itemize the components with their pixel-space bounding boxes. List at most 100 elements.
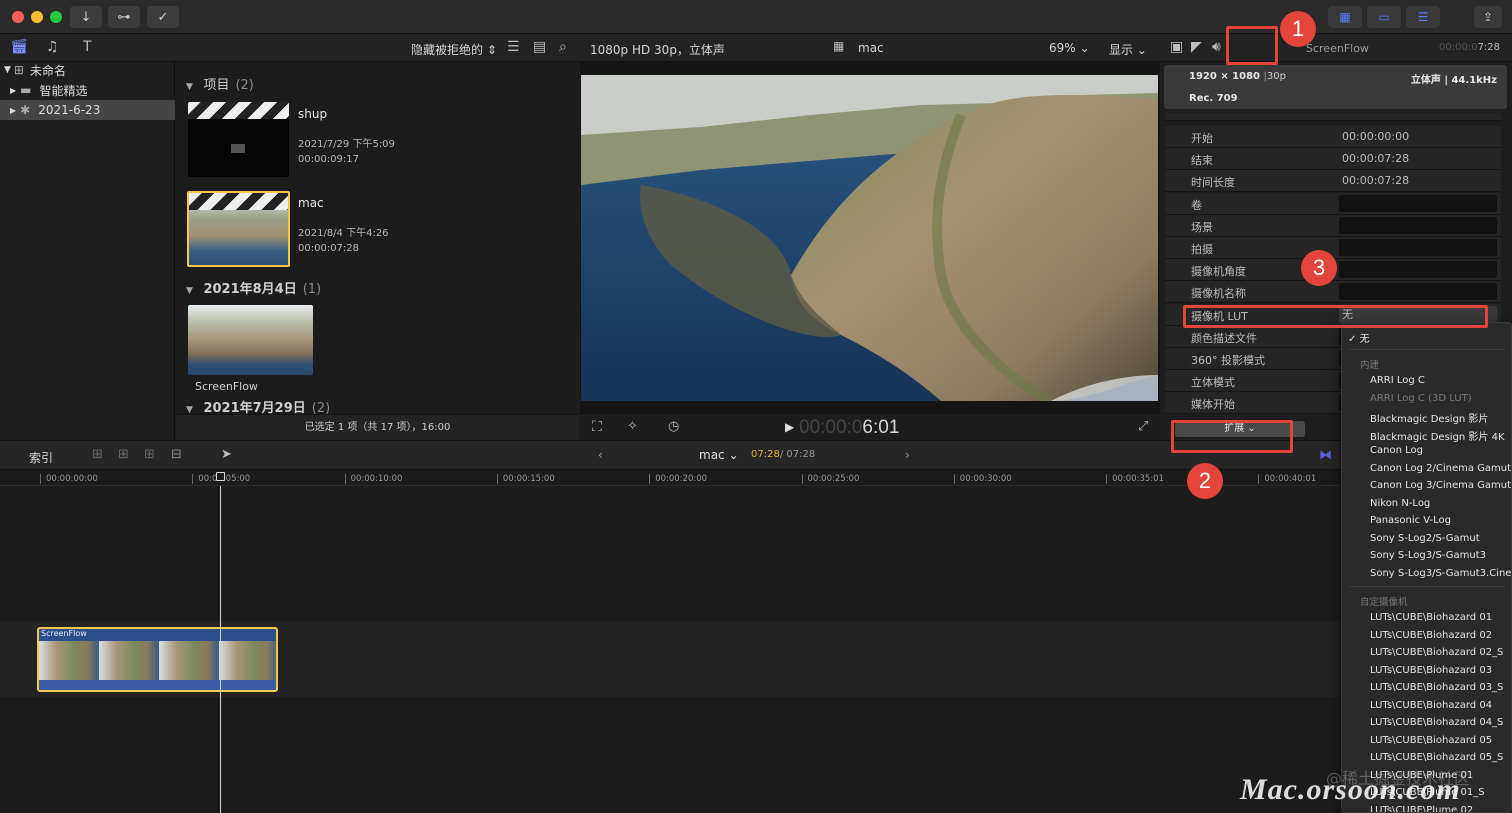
viewer-controls: ⛶ ✧ ◷ ▶ 00:00:06:01 ⤢ [580,413,1160,440]
event-item[interactable]: ▶ ✱ 2021-6-23 [0,100,175,120]
lut-menu-item[interactable]: Canon Log 2/Cinema Gamut [1370,463,1511,474]
audio-inspector-icon[interactable]: 🔊︎ [1212,39,1221,55]
inspector-time-dim: 00:00:0 [1439,42,1478,53]
clip-label: ScreenFlow [195,380,258,393]
lut-menu-item-custom[interactable]: LUTs\CUBE\Biohazard 04 [1370,700,1492,711]
filter-label: 隐藏被拒绝的 [411,43,484,57]
connect-clip-icon[interactable]: ⊞ [92,447,103,462]
forward-history-icon[interactable]: › [905,448,910,462]
chevron-down-icon: ⌄ [728,448,739,462]
share-button[interactable]: ⇪ [1474,6,1502,28]
play-button[interactable]: ▶ [785,420,794,434]
clip-format-summary: 1920 × 1080 |30p 立体声 | 44.1kHz Rec. 709 [1164,65,1507,109]
callout-badge: 2 [1187,463,1223,499]
project-meta: 2021/8/4 下午4:26 00:00:07:28 [298,226,389,256]
back-history-icon[interactable]: ‹ [598,448,603,462]
libraries-icon[interactable]: 🎬︎ [10,39,28,55]
append-clip-icon[interactable]: ⊞ [144,447,155,462]
filmstrip-view-icon[interactable]: ▤ [533,39,546,55]
timeline-tracks[interactable]: ScreenFlow [0,486,1340,813]
lut-menu-item[interactable]: ARRI Log C [1370,375,1425,386]
color-inspector-icon[interactable]: ◤ [1191,39,1202,55]
select-tool-icon[interactable]: ➤ [221,447,232,462]
landscape-illustration [581,75,1158,401]
key-icon: ⊶ [117,9,131,25]
search-icon[interactable]: ⌕ [559,39,567,55]
keywords-button[interactable]: ⊶ [108,6,140,28]
clip-filmstrip [39,641,276,680]
lut-menu-item[interactable]: Blackmagic Design 影片 [1370,410,1488,425]
checkmark-circle-icon: ✓ [157,9,169,25]
zoom-popup[interactable]: 69% ⌄ [1049,41,1090,55]
insert-clip-icon[interactable]: ⊞ [118,447,129,462]
lut-menu-item[interactable]: Canon Log 3/Cinema Gamut [1370,480,1511,491]
lut-menu-item-custom[interactable]: LUTs\CUBE\Biohazard 04_S [1370,717,1503,728]
transform-icon[interactable]: ⛶ [592,419,602,435]
enhance-wand-icon[interactable]: ✧ [627,419,638,434]
up-down-chevron-icon: ⇕ [486,43,497,57]
fullscreen-icon[interactable]: ⤢ [1138,419,1148,434]
retime-icon[interactable]: ◷ [668,419,679,434]
filter-popup[interactable]: 隐藏被拒绝的 ⇕ [411,41,497,58]
inspector-row-value[interactable] [1339,283,1497,301]
smart-collections-item[interactable]: ▶ ▬ 智能精选 [0,80,175,100]
timeline-index-button[interactable]: 索引 [29,449,53,466]
projects-section-header[interactable]: ▼ 项目 (2) [186,74,254,93]
project-name-popup[interactable]: mac ⌄ [699,448,739,462]
lut-menu-item[interactable]: Blackmagic Design 影片 4K [1370,428,1505,443]
display-popup[interactable]: 显示 ⌄ [1109,41,1147,58]
timeline-ruler[interactable]: 00:00:00:0000:00:05:0000:00:10:0000:00:1… [0,470,1340,486]
viewer-format-label: 1080p HD 30p，立体声 [590,43,725,57]
playhead[interactable] [220,486,221,813]
event-star-icon: ✱ [20,103,31,117]
library-item[interactable]: ▼ ⊞ 未命名 [0,60,175,80]
time-current: 07:28 [751,449,780,460]
zoom-window-button[interactable] [50,11,62,23]
clip-appearance-icon[interactable]: ☰ [507,39,520,55]
lut-menu-item-custom[interactable]: LUTs\CUBE\Biohazard 05_S [1370,752,1503,763]
project-thumbnail-mac[interactable] [187,191,290,267]
video-inspector-icon[interactable]: ▣ [1170,39,1183,55]
lut-menu-item[interactable]: Nikon N-Log [1370,498,1430,509]
lut-menu-item[interactable]: Sony S-Log3/S-Gamut3 [1370,550,1486,561]
inspector-row-value[interactable] [1339,261,1497,279]
clapper-stripes [189,193,288,210]
disclosure-open-icon: ▼ [4,65,11,75]
inspector-row-label: 立体模式 [1191,376,1235,390]
audio-skimming-icon[interactable]: ⧓ [1319,448,1332,463]
checkmark-icon: ✓ [1348,334,1357,345]
playhead-handle[interactable] [216,472,225,481]
timeline-clip[interactable]: ScreenFlow [37,627,278,692]
clip-thumbnail-screenflow[interactable] [188,305,313,375]
lut-menu-item[interactable]: Sony S-Log3/S-Gamut3.Cine [1370,568,1511,579]
import-button[interactable]: ↓ [70,6,102,28]
lut-menu-item[interactable]: Panasonic V-Log [1370,515,1451,526]
lut-menu-item-custom[interactable]: LUTs\CUBE\Biohazard 02 [1370,630,1492,641]
lut-menu-item[interactable]: Sony S-Log2/S-Gamut [1370,533,1480,544]
section-title: 项目 [203,78,230,93]
background-tasks-button[interactable]: ✓ [147,6,179,28]
lut-menu-item-custom[interactable]: LUTs\CUBE\Biohazard 03_S [1370,682,1503,693]
project-thumbnail-shup[interactable] [188,102,289,177]
menu-item-none[interactable]: ✓ 无 [1348,330,1370,345]
inspector-row: 摄像机名称 [1165,281,1501,304]
lut-menu-item[interactable]: Canon Log [1370,445,1423,456]
lut-menu-item-custom[interactable]: LUTs\CUBE\Biohazard 01 [1370,612,1492,623]
inspector-row-value[interactable] [1339,239,1497,256]
inspector-row-value[interactable] [1339,194,1497,212]
inspector-row-value[interactable] [1339,216,1497,234]
zoom-value: 69% [1049,41,1076,55]
lut-menu-item-custom[interactable]: LUTs\CUBE\Biohazard 03 [1370,665,1492,676]
show-inspector-button[interactable]: ☰ [1406,6,1440,28]
titles-generators-icon[interactable]: T [83,39,92,55]
show-browser-button[interactable]: ▦ [1328,6,1362,28]
lut-menu-item-custom[interactable]: LUTs\CUBE\Biohazard 02_S [1370,647,1503,658]
show-timeline-button[interactable]: ▭ [1367,6,1401,28]
minimize-window-button[interactable] [31,11,43,23]
photos-audio-icon[interactable]: ♫ [46,39,59,55]
lut-menu-item-custom[interactable]: LUTs\CUBE\Biohazard 05 [1370,735,1492,746]
date-section-header[interactable]: ▼ 2021年8月4日 (1) [186,278,321,297]
close-window-button[interactable] [12,11,24,23]
overwrite-clip-icon[interactable]: ⊟ [171,447,182,462]
callout-box-expand [1171,420,1293,453]
